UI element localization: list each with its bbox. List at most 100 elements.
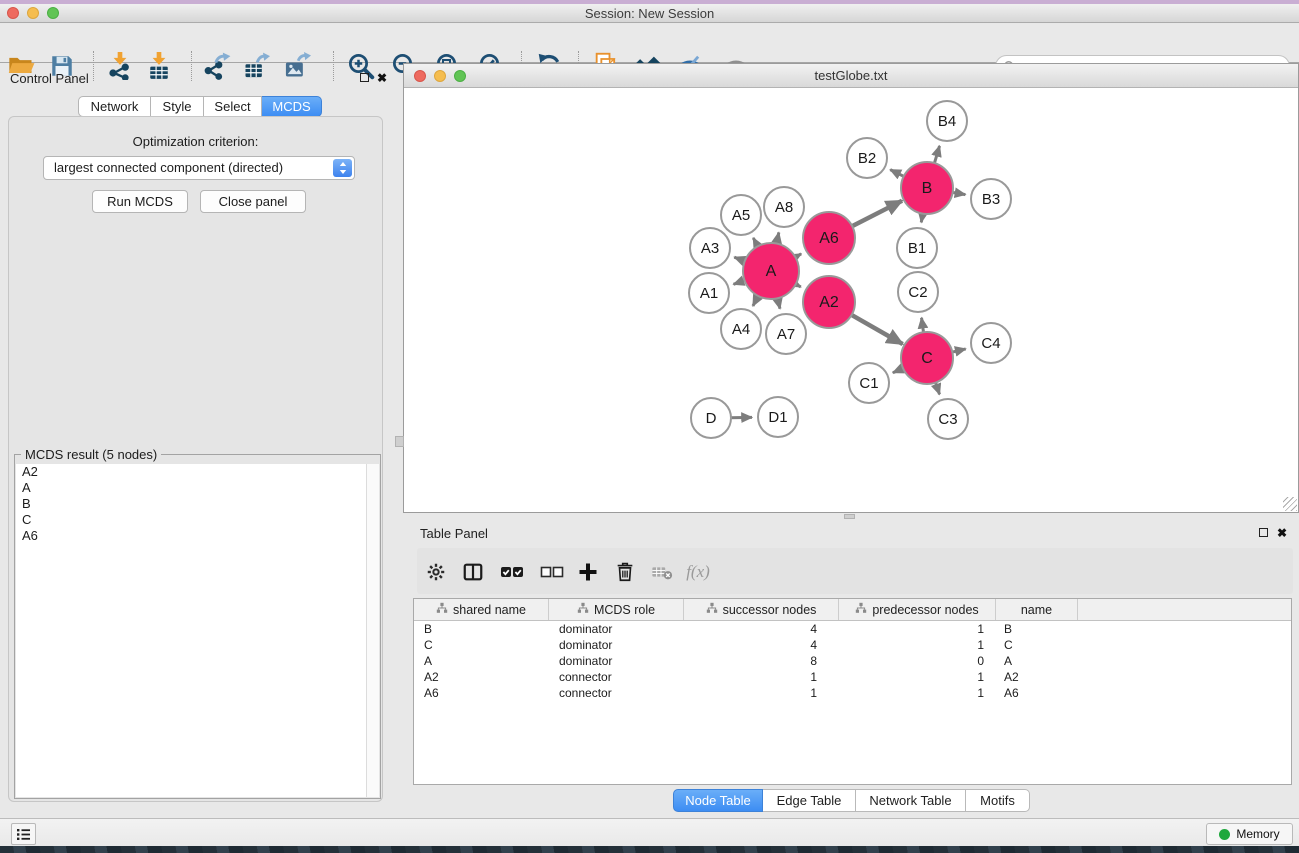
tab-select[interactable]: Select	[204, 96, 262, 117]
cell-name[interactable]: A	[996, 654, 1078, 668]
tab-style[interactable]: Style	[151, 96, 204, 117]
close-table-panel-icon[interactable]: ✖	[1277, 527, 1287, 539]
float-table-panel-button[interactable]	[1259, 528, 1268, 537]
cell-mcds_role[interactable]: dominator	[549, 622, 684, 636]
cell-predecessors[interactable]: 1	[839, 622, 996, 636]
cell-mcds_role[interactable]: connector	[549, 670, 684, 684]
cell-predecessors[interactable]: 1	[839, 686, 996, 700]
criterion-dropdown[interactable]: largest connected component (directed)	[43, 156, 355, 180]
graph-node-label: C	[921, 350, 933, 367]
graph-edge-C-C4[interactable]	[951, 349, 965, 352]
select-all-columns-icon[interactable]	[497, 557, 527, 587]
cell-mcds_role[interactable]: connector	[549, 686, 684, 700]
minimize-view-button[interactable]	[434, 70, 446, 82]
graph-edge-C-C2[interactable]	[922, 318, 924, 333]
mcds-result-scrollbar[interactable]	[366, 464, 379, 797]
graph-edge-A2-C[interactable]	[851, 314, 903, 344]
cell-shared_name[interactable]: A6	[414, 686, 549, 700]
graph-node-label: A8	[775, 199, 793, 216]
graph-edge-B-B4[interactable]	[934, 146, 939, 164]
column-header-mcds-role[interactable]: MCDS role	[549, 599, 684, 620]
delete-table-icon[interactable]	[647, 557, 677, 587]
float-panel-button[interactable]	[360, 73, 369, 82]
column-header-successor-nodes[interactable]: successor nodes	[684, 599, 839, 620]
create-new-column-icon[interactable]	[573, 557, 603, 587]
export-image-icon[interactable]	[280, 49, 314, 83]
optimization-criterion-label: Optimization criterion:	[8, 134, 383, 149]
cell-successors[interactable]: 1	[684, 686, 839, 700]
import-network-from-file-icon[interactable]	[103, 49, 137, 83]
cell-successors[interactable]: 1	[684, 670, 839, 684]
dropdown-stepper-icon	[333, 159, 352, 177]
cell-predecessors[interactable]: 1	[839, 670, 996, 684]
status-bar: Memory	[0, 818, 1299, 846]
graph-edge-B-B2[interactable]	[890, 170, 904, 177]
cell-successors[interactable]: 4	[684, 622, 839, 636]
app-titlebar: Session: New Session	[0, 4, 1299, 23]
zoom-view-button[interactable]	[454, 70, 466, 82]
column-tree-icon	[577, 602, 589, 617]
table-body: Bdominator41BCdominator41CAdominator80AA…	[414, 621, 1291, 701]
tab-network-table[interactable]: Network Table	[856, 789, 966, 812]
column-header-label: shared name	[453, 603, 526, 617]
tab-mcds[interactable]: MCDS	[262, 96, 322, 117]
graph-node-label: A6	[819, 230, 839, 247]
column-header-predecessor-nodes[interactable]: predecessor nodes	[839, 599, 996, 620]
cell-mcds_role[interactable]: dominator	[549, 638, 684, 652]
main-toolbar	[0, 24, 1299, 63]
cell-successors[interactable]: 4	[684, 638, 839, 652]
run-mcds-button[interactable]: Run MCDS	[92, 190, 188, 213]
column-header-label: name	[1021, 603, 1052, 617]
cell-name[interactable]: A2	[996, 670, 1078, 684]
window-resize-grip[interactable]	[1283, 497, 1297, 511]
export-network-icon[interactable]	[200, 49, 234, 83]
function-builder-icon[interactable]: f(x)	[683, 557, 713, 587]
mcds-result-item[interactable]: A	[16, 480, 366, 496]
horizontal-splitter-handle[interactable]	[844, 514, 855, 519]
graph-edge-B-B3[interactable]	[952, 192, 966, 194]
cell-predecessors[interactable]: 1	[839, 638, 996, 652]
mcds-result-item[interactable]: A2	[16, 464, 366, 480]
memory-button[interactable]: Memory	[1206, 823, 1293, 845]
show-column-icon[interactable]	[458, 557, 488, 587]
graph-node-label: B4	[938, 113, 956, 130]
import-table-from-file-icon[interactable]	[142, 49, 176, 83]
minimize-window-button[interactable]	[27, 7, 39, 19]
close-panel-button[interactable]: Close panel	[200, 190, 306, 213]
close-view-button[interactable]	[414, 70, 426, 82]
control-panel-tabs: NetworkStyleSelectMCDS	[78, 96, 322, 117]
tab-network[interactable]: Network	[78, 96, 151, 117]
cell-predecessors[interactable]: 0	[839, 654, 996, 668]
zoom-window-button[interactable]	[47, 7, 59, 19]
mcds-result-item[interactable]: B	[16, 496, 366, 512]
cell-successors[interactable]: 8	[684, 654, 839, 668]
tab-node-table[interactable]: Node Table	[673, 789, 763, 812]
table-settings-icon[interactable]	[421, 557, 451, 587]
column-header-shared-name[interactable]: shared name	[414, 599, 549, 620]
mcds-result-item[interactable]: A6	[16, 528, 366, 544]
graph-node-label: B2	[858, 150, 876, 167]
export-table-icon[interactable]	[239, 49, 273, 83]
session-title: Session: New Session	[0, 4, 1299, 23]
network-canvas[interactable]: B4B2BB3A8A5A6A3B1AA1C2A2A4A7C4CC1DD1C3	[404, 89, 1298, 512]
graph-edge-C-C3[interactable]	[935, 382, 939, 395]
close-window-button[interactable]	[7, 7, 19, 19]
vertical-splitter-handle[interactable]	[395, 436, 404, 447]
close-panel-icon[interactable]: ✖	[377, 72, 387, 84]
task-history-button[interactable]	[11, 823, 36, 845]
cell-name[interactable]: C	[996, 638, 1078, 652]
mcds-result-item[interactable]: C	[16, 512, 366, 528]
tab-edge-table[interactable]: Edge Table	[763, 789, 856, 812]
column-header-name[interactable]: name	[996, 599, 1078, 620]
cell-name[interactable]: A6	[996, 686, 1078, 700]
delete-columns-icon[interactable]	[610, 557, 640, 587]
cell-mcds_role[interactable]: dominator	[549, 654, 684, 668]
cell-shared_name[interactable]: C	[414, 638, 549, 652]
graph-edge-A6-B[interactable]	[851, 201, 902, 227]
tab-motifs[interactable]: Motifs	[966, 789, 1030, 812]
cell-shared_name[interactable]: B	[414, 622, 549, 636]
cell-name[interactable]: B	[996, 622, 1078, 636]
unselect-all-columns-icon[interactable]	[537, 557, 567, 587]
cell-shared_name[interactable]: A2	[414, 670, 549, 684]
cell-shared_name[interactable]: A	[414, 654, 549, 668]
